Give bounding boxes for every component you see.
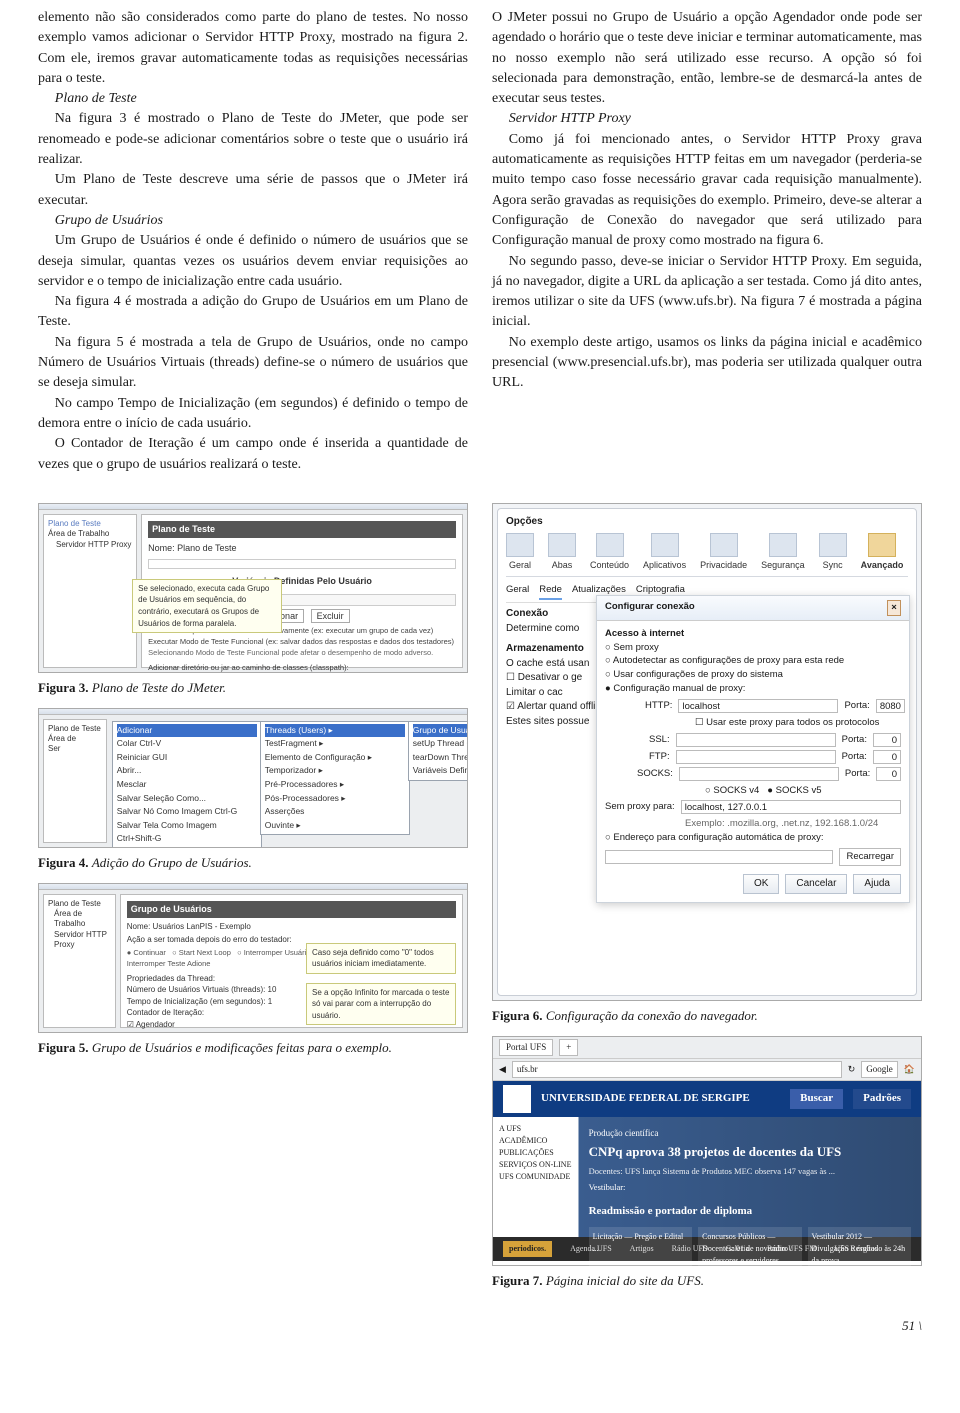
right-column: O JMeter possui no Grupo de Usuário a op… <box>492 8 922 475</box>
para: Plano de Teste <box>38 89 468 109</box>
tooltip: Caso seja definido como "0" todos usuári… <box>306 943 456 974</box>
para: O JMeter possui no Grupo de Usuário a op… <box>492 8 922 109</box>
para: No exemplo deste artigo, usamos os links… <box>492 333 922 394</box>
figure-5-caption: Figura 5. Grupo de Usuários e modificaçõ… <box>38 1039 468 1058</box>
ok-button[interactable]: OK <box>743 874 779 895</box>
radio-system-proxy[interactable]: Usar configurações de proxy do sistema <box>613 669 783 680</box>
radio-socks5[interactable]: SOCKS v5 <box>776 785 822 796</box>
para: Como já foi mencionado antes, o Servidor… <box>492 130 922 252</box>
submenu[interactable]: Threads (Users) ▸TestFragment ▸Elemento … <box>260 721 410 836</box>
ssl-port-input[interactable]: 0 <box>873 733 901 747</box>
figure-4-caption: Figura 4. Adição do Grupo de Usuários. <box>38 854 468 873</box>
para: Na figura 5 é mostrada a tela de Grupo d… <box>38 333 468 394</box>
figure-7-caption: Figura 7. Página inicial do site da UFS. <box>492 1272 922 1291</box>
delete-button[interactable]: Excluir <box>311 609 350 623</box>
browser-tab[interactable]: Portal UFS <box>499 1039 553 1056</box>
close-icon[interactable]: × <box>887 600 901 616</box>
text-columns: elemento não são considerados como parte… <box>38 8 922 475</box>
para: Grupo de Usuários <box>38 211 468 231</box>
periodicos-badge: periodicos. <box>503 1241 552 1257</box>
jmeter-tree: Plano de Teste Área de Trabalho Servidor… <box>43 514 137 668</box>
radio-socks4[interactable]: SOCKS v4 <box>713 785 759 796</box>
para: Um Plano de Teste descreve uma série de … <box>38 170 468 211</box>
ftp-host-input[interactable] <box>676 750 836 764</box>
tooltip: Se selecionado, executa cada Grupo de Us… <box>132 579 282 633</box>
socks-host-input[interactable] <box>679 767 839 781</box>
radio-auto-url[interactable]: Endereço para configuração automática de… <box>613 832 823 843</box>
site-title: UNIVERSIDADE FEDERAL DE SERGIPE <box>541 1091 750 1107</box>
category-icons: GeralAbasConteúdoAplicativosPrivacidadeS… <box>506 533 908 577</box>
figure-7: Portal UFS + ◀ ufs.br ↻ Google 🏠 UNIVERS… <box>492 1036 922 1291</box>
address-bar[interactable]: ufs.br <box>512 1061 842 1078</box>
para: elemento não são considerados como parte… <box>38 8 468 89</box>
help-button[interactable]: Ajuda <box>853 874 901 895</box>
tooltip: Se a opção Infinito for marcada o teste … <box>306 983 456 1026</box>
radio-autodetect[interactable]: Autodetectar as configurações de proxy p… <box>613 655 844 666</box>
search-input[interactable]: Google <box>861 1061 898 1078</box>
http-port-input[interactable]: 8080 <box>876 699 905 713</box>
figure-3: Plano de Teste Área de Trabalho Servidor… <box>38 503 468 698</box>
context-menu[interactable]: AdicionarColar Ctrl-VReiniciar GUIAbrir.… <box>112 721 262 848</box>
page-number: 51 \ <box>38 1317 922 1336</box>
socks-port-input[interactable]: 0 <box>876 767 901 781</box>
submenu-2[interactable]: Grupo de UsuáriossetUp Thread GrouptearD… <box>408 721 468 781</box>
subdialog-title: Configurar conexão <box>605 600 695 616</box>
para: Um Grupo de Usuários é onde é definido o… <box>38 231 468 292</box>
search-button[interactable]: Buscar <box>790 1089 843 1109</box>
figure-3-caption: Figura 3. Plano de Teste do JMeter. <box>38 679 468 698</box>
para: No segundo passo, deve-se iniciar o Serv… <box>492 252 922 333</box>
http-host-input[interactable]: localhost <box>678 699 838 713</box>
panel-title: Plano de Teste <box>148 521 456 538</box>
para: Na figura 3 é mostrado o Plano de Teste … <box>38 109 468 170</box>
figure-6-caption: Figura 6. Configuração da conexão do nav… <box>492 1007 922 1026</box>
site-nav: A UFSACADÊMICOPUBLICAÇÕESSERVIÇOS ON-LIN… <box>493 1117 579 1237</box>
figure-4: Plano de Teste Área de Ser AdicionarCola… <box>38 708 468 873</box>
para: O Contador de Iteração é um campo onde é… <box>38 434 468 475</box>
cancel-button[interactable]: Cancelar <box>785 874 847 895</box>
reload-button[interactable]: Recarregar <box>839 848 901 866</box>
radio-no-proxy[interactable]: Sem proxy <box>613 642 658 653</box>
use-proxy-all-checkbox[interactable]: Usar este proxy para todos os protocolos <box>706 717 879 728</box>
para: Na figura 4 é mostrada a adição do Grupo… <box>38 292 468 333</box>
back-icon[interactable]: ◀ <box>499 1063 506 1076</box>
radio-manual-proxy[interactable]: Configuração manual de proxy: <box>613 683 745 694</box>
ssl-host-input[interactable] <box>676 733 836 747</box>
home-icon[interactable]: 🏠 <box>904 1063 915 1076</box>
headline: CNPq aprova 38 projetos de docentes da U… <box>589 1143 911 1162</box>
para: Servidor HTTP Proxy <box>492 109 922 129</box>
left-column: elemento não são considerados como parte… <box>38 8 468 475</box>
figure-5: Plano de Teste Área de Trabalho Servidor… <box>38 883 468 1058</box>
para: No campo Tempo de Inicialização (em segu… <box>38 394 468 435</box>
name-field: Nome: Plano de Teste <box>148 538 456 559</box>
auto-url-input[interactable] <box>605 850 833 864</box>
refresh-icon[interactable]: ↻ <box>848 1063 856 1076</box>
dialog-title: Opções <box>506 515 908 530</box>
ftp-port-input[interactable]: 0 <box>873 750 901 764</box>
figure-6: Opções GeralAbasConteúdoAplicativosPriva… <box>492 503 922 1026</box>
standards-button[interactable]: Padrões <box>853 1089 911 1109</box>
no-proxy-input[interactable]: localhost, 127.0.0.1 <box>681 800 901 814</box>
